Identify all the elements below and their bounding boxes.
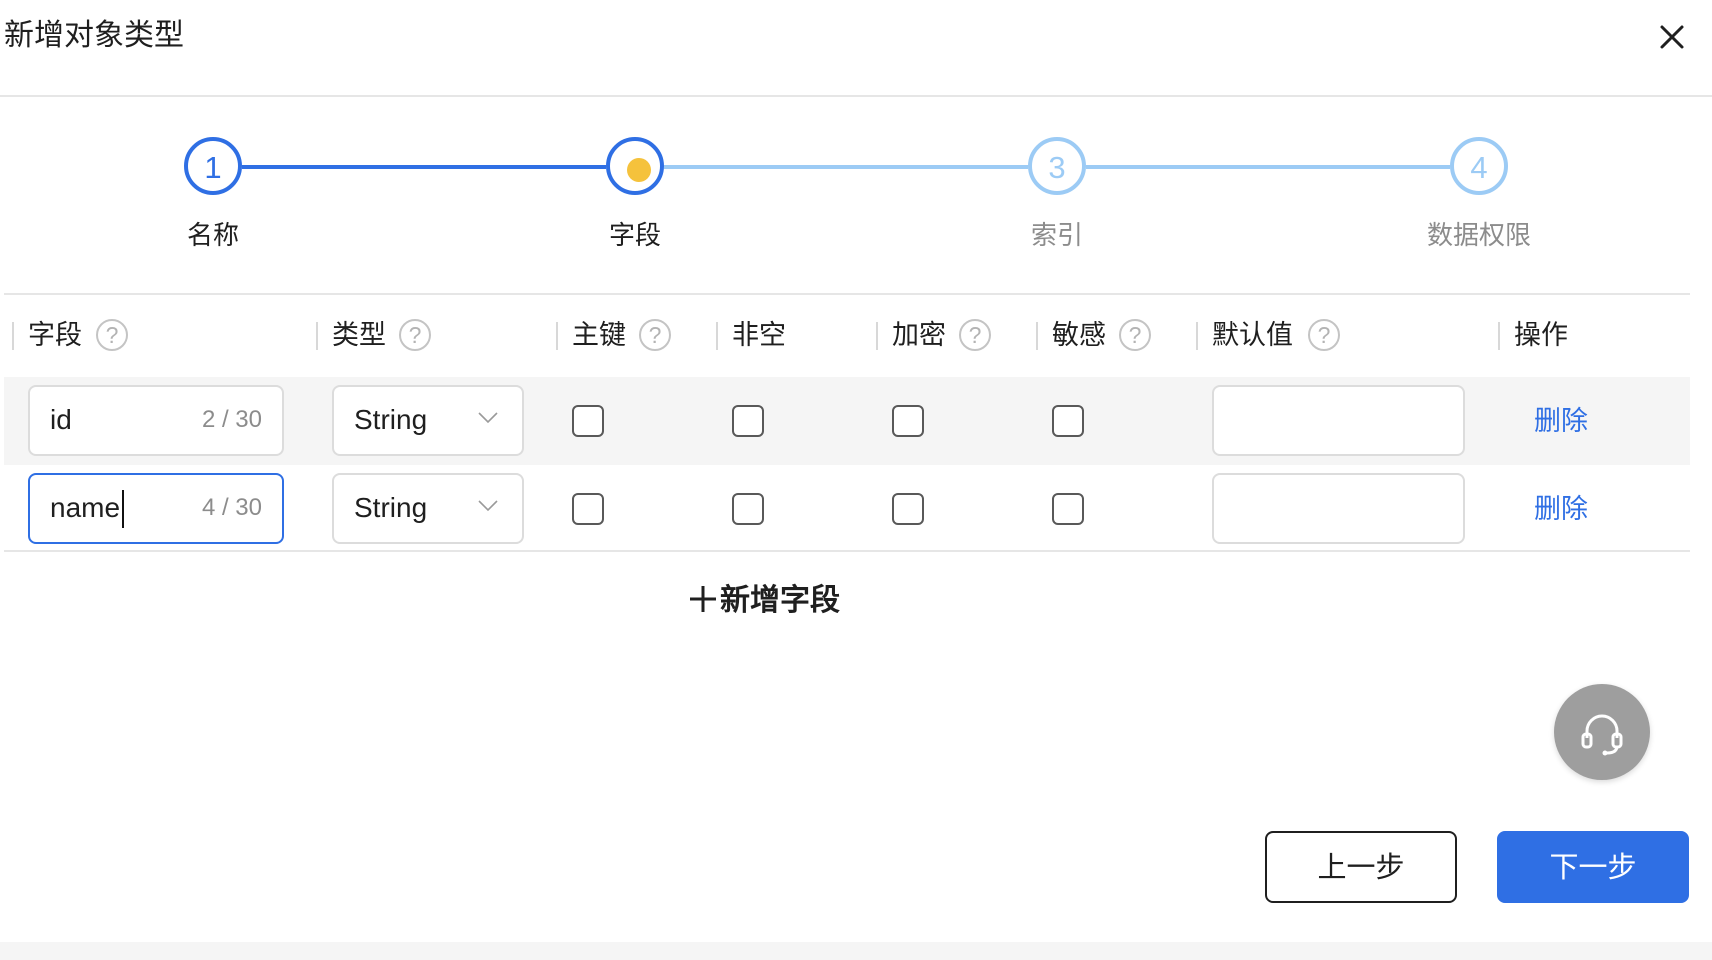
chevron-down-icon [478,500,498,512]
field-type-select[interactable]: String [332,385,524,456]
default-value-input[interactable] [1212,473,1465,544]
next-step-button[interactable]: 下一步 [1497,831,1689,903]
not-null-checkbox[interactable] [732,493,764,525]
column-header-not-null: 非空 [732,320,786,351]
table-top-divider [4,293,1690,295]
column-header-actions: 操作 [1514,320,1568,351]
chevron-down-icon [478,412,498,424]
sensitive-checkbox[interactable] [1052,405,1084,437]
step-1-label: 名称 [186,221,239,251]
field-name-input[interactable]: name 4 / 30 [28,473,284,544]
help-icon[interactable]: ? [639,319,671,351]
footer-strip [0,942,1712,960]
encrypted-checkbox[interactable] [892,493,924,525]
field-name-value: id [50,404,72,435]
delete-row-button[interactable]: 删除 [1534,492,1588,528]
column-header-sensitive: 敏感 [1052,320,1106,351]
previous-step-button[interactable]: 上一步 [1265,831,1457,903]
column-separator [12,322,14,350]
step-connector-1 [242,165,606,169]
current-step-dot [627,158,651,182]
column-header-default-value: 默认值 [1212,320,1293,351]
help-icon[interactable]: ? [959,319,991,351]
help-icon[interactable]: ? [1119,319,1151,351]
char-count: 4 / 30 [201,494,262,521]
primary-key-checkbox[interactable] [572,405,604,437]
field-name-value: name [50,492,121,523]
field-type-value: String [354,492,428,523]
plus-icon [690,586,716,612]
close-icon[interactable] [1656,21,1688,53]
column-separator [876,322,878,350]
help-icon[interactable]: ? [399,319,431,351]
step-connector-3 [1086,165,1450,169]
field-type-value: String [354,404,428,435]
dialog-title: 新增对象类型 [4,18,184,53]
primary-key-checkbox[interactable] [572,493,604,525]
column-header-field: 字段 [28,320,82,351]
step-2-circle[interactable] [606,137,664,195]
step-connector-2 [664,165,1028,169]
not-null-checkbox[interactable] [732,405,764,437]
text-cursor [122,490,124,528]
help-icon[interactable]: ? [1308,319,1340,351]
step-1-circle[interactable]: 1 [184,137,242,195]
step-4-circle[interactable]: 4 [1450,137,1508,195]
help-icon[interactable]: ? [96,319,128,351]
step-3-circle[interactable]: 3 [1028,137,1086,195]
column-separator [1036,322,1038,350]
field-type-select[interactable]: String [332,473,524,544]
field-name-input[interactable]: id 2 / 30 [28,385,284,456]
customer-support-button[interactable] [1554,684,1650,780]
column-header-primary-key: 主键 [572,320,626,351]
column-header-type: 类型 [332,320,386,351]
column-separator [1196,322,1198,350]
column-header-encrypted: 加密 [892,320,946,351]
char-count: 2 / 30 [201,406,262,433]
column-separator [1498,322,1500,350]
column-separator [716,322,718,350]
encrypted-checkbox[interactable] [892,405,924,437]
add-field-label: 新增字段 [720,583,840,618]
step-4-label: 数据权限 [1426,221,1531,251]
column-separator [316,322,318,350]
column-separator [556,322,558,350]
sensitive-checkbox[interactable] [1052,493,1084,525]
table-bottom-divider [4,550,1690,552]
add-field-button[interactable]: 新增字段 [688,581,840,621]
step-2-label: 字段 [608,221,661,251]
headset-icon [1581,714,1623,756]
delete-row-button[interactable]: 删除 [1534,404,1588,440]
step-3-label: 索引 [1030,221,1083,251]
header-divider [0,95,1712,97]
default-value-input[interactable] [1212,385,1465,456]
